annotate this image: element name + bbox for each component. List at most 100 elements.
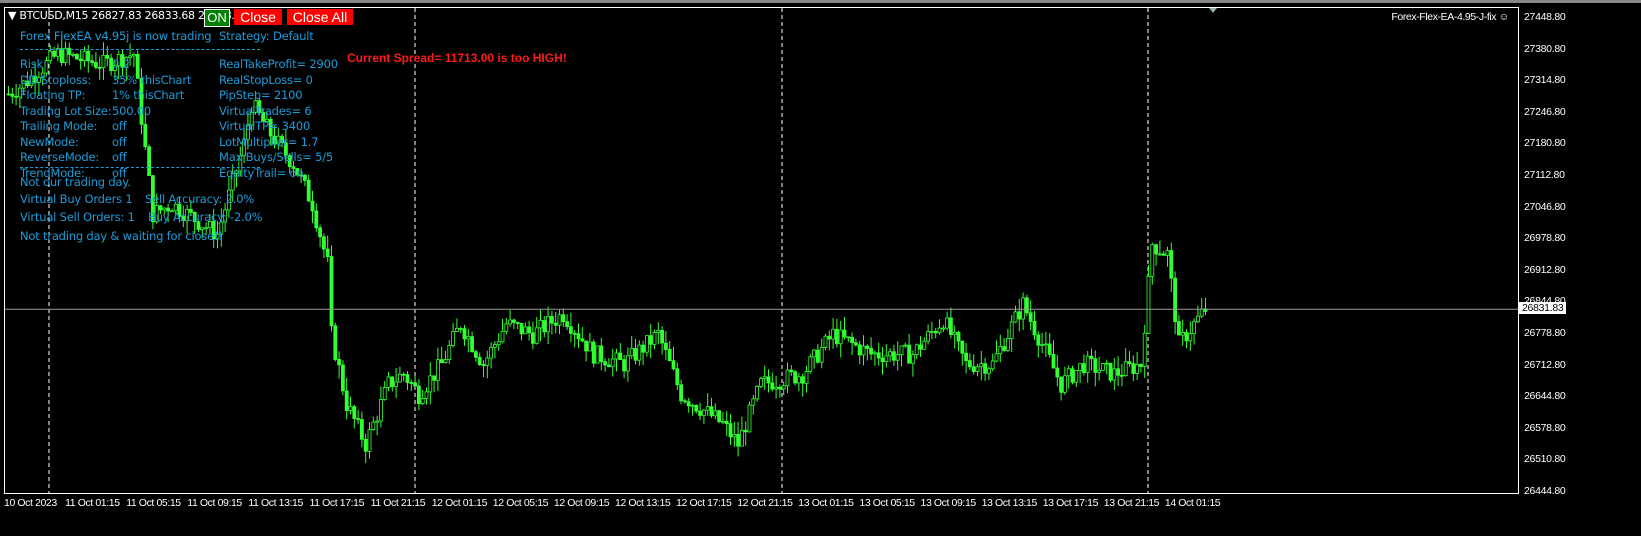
ohlc-values: 26827.83 26833.68 26818.20 2 bbox=[91, 9, 258, 22]
candle-body bbox=[933, 330, 938, 334]
status-text: Not our trading day. bbox=[20, 175, 131, 189]
candle-body bbox=[1131, 363, 1136, 374]
candle-body bbox=[823, 335, 828, 348]
candle-body bbox=[926, 331, 930, 342]
candle-body bbox=[960, 340, 965, 354]
candle-body bbox=[511, 319, 516, 323]
candle-body bbox=[553, 322, 558, 326]
price-tick: 27380.80 bbox=[1524, 42, 1566, 55]
candle-body bbox=[52, 50, 56, 57]
candle-body bbox=[1013, 311, 1018, 323]
candle-body bbox=[86, 50, 91, 62]
candle-body bbox=[473, 351, 478, 358]
candle-body bbox=[1078, 363, 1082, 371]
candle-body bbox=[610, 358, 615, 368]
candle-body bbox=[1055, 367, 1060, 378]
candle-body bbox=[489, 346, 494, 359]
candle-body bbox=[1059, 376, 1063, 393]
candle-body bbox=[6, 93, 11, 96]
close-button[interactable]: Close bbox=[234, 9, 282, 25]
candle-body bbox=[892, 351, 896, 361]
candle-body bbox=[937, 327, 942, 334]
candle-body bbox=[352, 406, 357, 419]
candle-body bbox=[340, 364, 345, 392]
candle-body bbox=[584, 340, 588, 352]
candle-body bbox=[48, 50, 53, 62]
time-tick: 13 Oct 13:15 bbox=[981, 497, 1038, 509]
candle-body bbox=[344, 390, 349, 411]
candle-body bbox=[1101, 363, 1105, 371]
candle-body bbox=[835, 328, 839, 345]
candle-body bbox=[816, 349, 820, 363]
candle-body bbox=[523, 326, 528, 335]
candle-body bbox=[622, 359, 626, 372]
divider bbox=[20, 49, 260, 50]
on-button[interactable]: ON bbox=[204, 9, 230, 27]
candle-body bbox=[1184, 332, 1189, 342]
setting-value: 1% thisChart bbox=[112, 88, 185, 102]
candle-body bbox=[94, 62, 98, 68]
candle-body bbox=[1127, 361, 1132, 365]
candle-body bbox=[599, 345, 604, 363]
close-all-button[interactable]: Close All bbox=[287, 9, 353, 25]
candle-body bbox=[740, 429, 744, 447]
setting-key: Floating TP: bbox=[20, 88, 86, 102]
candle-body bbox=[705, 406, 710, 411]
candle-body bbox=[952, 331, 957, 335]
time-tick: 11 Oct 01:15 bbox=[65, 497, 120, 509]
candle-body bbox=[1063, 375, 1067, 393]
candle-body bbox=[416, 385, 421, 405]
candle-body bbox=[983, 363, 987, 374]
candle-body bbox=[914, 344, 919, 356]
candle-body bbox=[846, 336, 851, 339]
candle-body bbox=[603, 361, 607, 366]
candle-body bbox=[576, 333, 581, 340]
dropdown-triangle-icon[interactable]: ▼ bbox=[8, 9, 16, 22]
price-tick: 26912.80 bbox=[1524, 263, 1566, 276]
time-tick: 12 Oct 13:15 bbox=[615, 497, 671, 509]
candle-body bbox=[1074, 370, 1079, 383]
candle-body bbox=[1032, 321, 1037, 336]
candle-body bbox=[903, 344, 908, 347]
candle-body bbox=[550, 316, 554, 324]
candle-body bbox=[504, 323, 509, 332]
price-tick: 27112.80 bbox=[1524, 169, 1565, 181]
candle-body bbox=[515, 322, 520, 324]
time-tick: 11 Oct 13:15 bbox=[248, 497, 303, 509]
candle-body bbox=[686, 401, 691, 407]
candle-body bbox=[591, 341, 596, 364]
candle-body bbox=[439, 359, 444, 364]
candle-body bbox=[1161, 253, 1166, 256]
candle-body bbox=[71, 53, 75, 56]
candle-body bbox=[964, 352, 968, 361]
candle-body bbox=[949, 317, 953, 335]
time-tick: 11 Oct 05:15 bbox=[126, 497, 181, 509]
candle-body bbox=[637, 344, 642, 361]
candle-body bbox=[854, 342, 858, 346]
candle-body bbox=[1123, 361, 1128, 376]
candle-body bbox=[1165, 250, 1170, 256]
candle-body bbox=[1196, 315, 1200, 323]
candle-body bbox=[1139, 364, 1143, 367]
candle-body bbox=[462, 328, 467, 340]
candle-body bbox=[679, 384, 683, 402]
time-tick: 11 Oct 17:15 bbox=[309, 497, 365, 509]
candle-body bbox=[337, 359, 342, 366]
price-tick: 27448.80 bbox=[1524, 11, 1566, 23]
candle-body bbox=[804, 371, 809, 384]
time-tick: 12 Oct 09:15 bbox=[553, 497, 610, 509]
price-tick: 26778.80 bbox=[1524, 327, 1566, 339]
chart-window: ▼ BTCUSD,M15 26827.83 26833.68 26818.20 … bbox=[0, 0, 1641, 536]
symbol-label: BTCUSD,M15 bbox=[19, 9, 89, 22]
candle-body bbox=[542, 319, 547, 333]
candle-body bbox=[702, 409, 706, 416]
candle-body bbox=[531, 332, 535, 344]
candle-body bbox=[789, 369, 794, 373]
candle-body bbox=[496, 341, 501, 345]
candle-body bbox=[808, 356, 813, 373]
candle-body bbox=[470, 336, 475, 353]
candle-body bbox=[318, 227, 323, 238]
candle-body bbox=[971, 366, 976, 372]
candle-body bbox=[1066, 368, 1071, 377]
candle-body bbox=[660, 329, 664, 344]
